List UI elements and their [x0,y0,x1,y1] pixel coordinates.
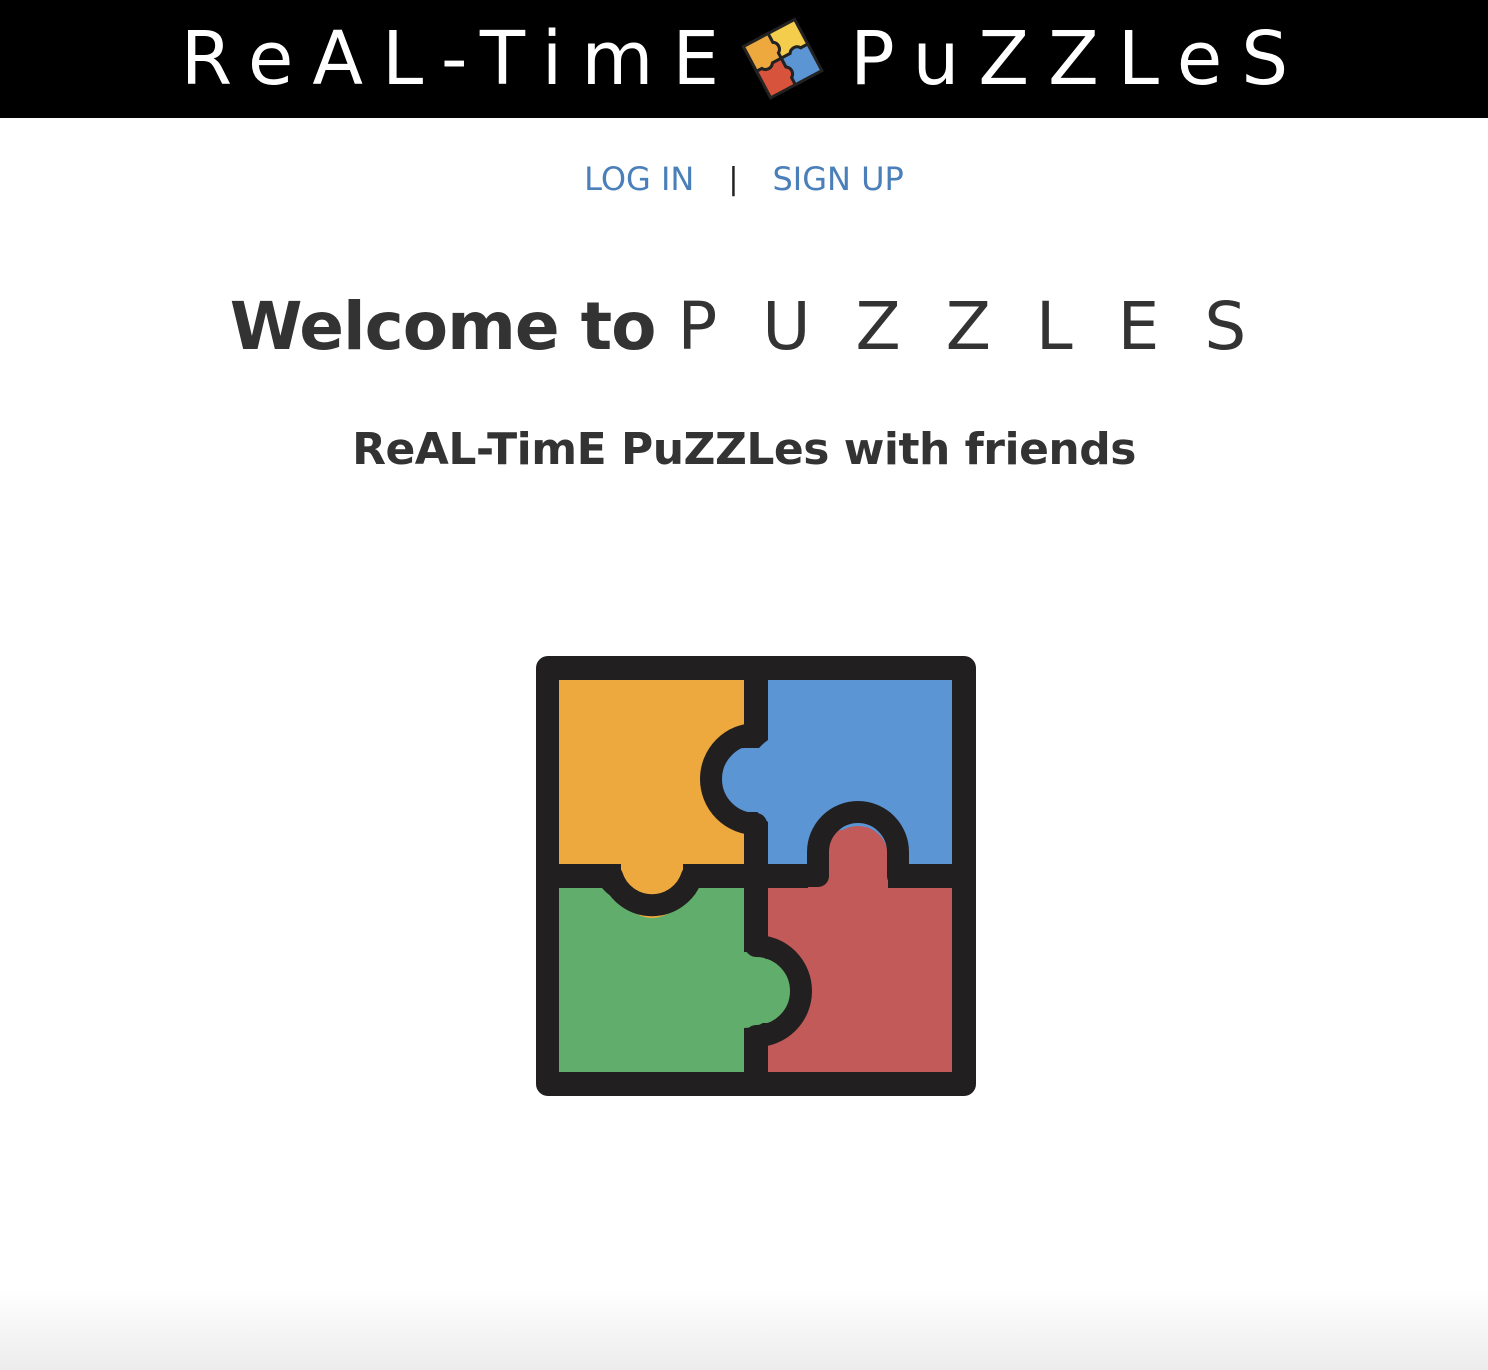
auth-nav: LOG IN | SIGN UP [0,160,1488,198]
puzzle-four-pieces-icon [536,656,976,1096]
nav-separator: | [728,161,739,197]
site-header: ReAL-TimE PuZZLeS [0,0,1488,118]
welcome-prefix: Welcome to [229,288,657,365]
site-title[interactable]: ReAL-TimE PuZZLeS [181,7,1307,111]
welcome-heading: Welcome to P U Z Z L E S [0,288,1488,365]
tagline: ReAL-TimE PuZZLes with friends [352,424,1136,475]
login-link[interactable]: LOG IN [584,160,694,198]
site-title-right: PuZZLeS [850,16,1308,102]
site-title-left: ReAL-TimE [180,16,739,102]
page: ReAL-TimE PuZZLeS LOG IN | SIGN UP Welco… [0,0,1488,1370]
signup-link[interactable]: SIGN UP [772,160,903,198]
puzzle-pieces-icon [741,17,825,100]
welcome-brand: P U Z Z L E S [677,288,1259,365]
